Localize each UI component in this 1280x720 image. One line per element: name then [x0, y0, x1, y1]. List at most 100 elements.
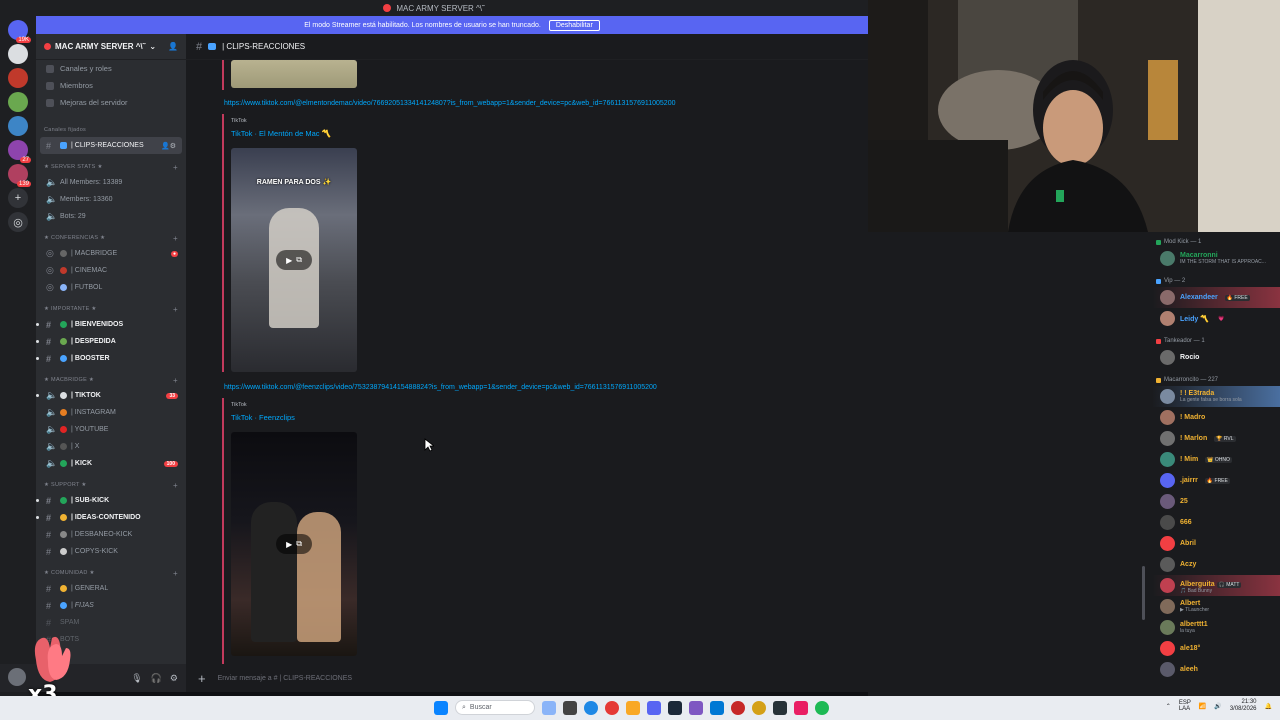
- video-thumbnail-previous[interactable]: [231, 60, 357, 88]
- attach-plus-icon[interactable]: +: [198, 671, 206, 686]
- headphones-icon[interactable]: 🎧: [151, 673, 162, 684]
- home-icon[interactable]: 19K: [8, 20, 31, 43]
- member-item[interactable]: 25: [1152, 491, 1280, 512]
- server-icon-3[interactable]: [8, 92, 28, 112]
- category-support[interactable]: ★ SUPPORT ★ +: [36, 478, 186, 492]
- embed-title-2[interactable]: TikTok · Feenzclips: [231, 413, 295, 422]
- scrollbar[interactable]: [1142, 566, 1145, 620]
- volume-icon[interactable]: 🔊: [1214, 703, 1221, 710]
- server-icon-1[interactable]: [8, 44, 28, 64]
- member-item[interactable]: aleeh: [1152, 659, 1280, 680]
- channel-tiktok[interactable]: 🔈 | TIKTOK 33: [36, 387, 186, 404]
- channel-youtube[interactable]: 🔈 | YOUTUBE: [36, 421, 186, 438]
- chevron-up-icon[interactable]: ⌃: [1166, 703, 1171, 710]
- member-item[interactable]: Abril: [1152, 533, 1280, 554]
- taskbar-search[interactable]: ⌕ Buscar: [455, 700, 535, 715]
- member-item[interactable]: Albert ▶ TLauncher: [1152, 596, 1280, 617]
- channel-ideas-contenido[interactable]: # | IDEAS-CONTENIDO: [36, 509, 186, 526]
- category-stats[interactable]: ★ SERVER STATS ★ +: [36, 160, 186, 174]
- member-item[interactable]: 666: [1152, 512, 1280, 533]
- channel-cinemac[interactable]: ◎ | CINEMAC: [36, 262, 186, 279]
- tiktok-icon[interactable]: [794, 700, 808, 715]
- channel-futbol[interactable]: ◎ | FUTBOL: [36, 279, 186, 296]
- category-comunidad[interactable]: ★ COMUNIDAD ★ +: [36, 566, 186, 580]
- channel-copys-kick[interactable]: # | COPYS-KICK: [36, 543, 186, 560]
- message-input[interactable]: Enviar mensaje a # | CLIPS-REACCIONES: [218, 675, 353, 682]
- explore-icon[interactable]: ◎: [8, 212, 28, 232]
- add-server-icon[interactable]: +: [8, 188, 28, 208]
- channel-spam[interactable]: # SPAM: [36, 614, 186, 631]
- steam-icon[interactable]: [668, 700, 682, 715]
- windows-start-icon[interactable]: [434, 700, 448, 715]
- member-item[interactable]: Alberguita 🎧 MATT 🎵 Bad Bunny: [1152, 575, 1280, 596]
- member-item[interactable]: Alexandeer 🔥 FREE: [1152, 287, 1280, 308]
- play-button[interactable]: ▶ ⧉: [276, 534, 312, 554]
- tiktok-link-1[interactable]: https://www.tiktok.com/@elmentondemac/vi…: [224, 100, 675, 107]
- server-header[interactable]: MAC ARMY SERVER ^\˜ ⌄ 👤: [36, 34, 186, 60]
- server-icon-4[interactable]: [8, 116, 28, 136]
- category-macbridge[interactable]: ★ MACBRIDGE ★ +: [36, 373, 186, 387]
- app-icon[interactable]: [689, 700, 703, 715]
- file-explorer-icon[interactable]: [626, 700, 640, 715]
- channel-settings-icon[interactable]: 👤⚙: [161, 142, 176, 150]
- channel-x[interactable]: 🔈 | X: [36, 438, 186, 455]
- channel-desbaneo-kick[interactable]: # | DESBANEO-KICK: [36, 526, 186, 543]
- task-view-icon[interactable]: [563, 700, 577, 715]
- widget-icon[interactable]: [542, 700, 556, 715]
- server-icon-5[interactable]: 27: [8, 140, 31, 163]
- member-item[interactable]: ! Mim 👑 OHNO: [1152, 449, 1280, 470]
- terminal-icon[interactable]: [773, 700, 787, 715]
- member-item[interactable]: ! Marlon 🏆 RVL: [1152, 428, 1280, 449]
- server-icon-2[interactable]: [8, 68, 28, 88]
- message-input-bar[interactable]: + Enviar mensaje a # | CLIPS-REACCIONES: [186, 664, 868, 692]
- member-item[interactable]: ! ! E3trada La gente falsa se borra sola: [1152, 386, 1280, 407]
- member-item[interactable]: alberttt1 la tuya: [1152, 617, 1280, 638]
- nav-boosts[interactable]: Mejoras del servidor: [36, 94, 186, 111]
- language-indicator[interactable]: ESP LAA: [1179, 700, 1191, 713]
- gear-icon[interactable]: ⚙: [170, 673, 178, 684]
- category-importante[interactable]: ★ IMPORTANTE ★ +: [36, 302, 186, 316]
- member-item[interactable]: Leidy 〽️ 💗: [1152, 308, 1280, 329]
- channel-clips-reacciones[interactable]: # | CLIPS-REACCIONES 👤⚙: [40, 137, 182, 154]
- category-conferencias[interactable]: ★ CONFERENCIAS ★ +: [36, 231, 186, 245]
- nav-members[interactable]: Miembros: [36, 77, 186, 94]
- add-member-icon[interactable]: 👤: [168, 42, 178, 51]
- channel-bienvenidos[interactable]: # | BIENVENIDOS: [36, 316, 186, 333]
- wifi-icon[interactable]: 📶: [1199, 703, 1206, 710]
- member-item[interactable]: ale18°: [1152, 638, 1280, 659]
- video-embed-2[interactable]: ▶ ⧉: [231, 432, 357, 656]
- channel-instagram[interactable]: 🔈 | INSTAGRAM: [36, 404, 186, 421]
- tv-icon: [60, 142, 67, 149]
- chrome-icon[interactable]: [605, 700, 619, 715]
- app-icon[interactable]: [752, 700, 766, 715]
- edge-icon[interactable]: [584, 700, 598, 715]
- microphone-icon[interactable]: 🎙: [131, 673, 142, 684]
- clock[interactable]: 21:30 3/08/2026: [1230, 699, 1257, 713]
- disable-streamer-button[interactable]: Deshabilitar: [548, 19, 600, 31]
- channel-sub-kick[interactable]: # | SUB-KICK: [36, 492, 186, 509]
- server-icon-6[interactable]: 139: [8, 164, 31, 187]
- tiktok-link-2[interactable]: https://www.tiktok.com/@feenzclips/video…: [224, 384, 657, 391]
- avatar[interactable]: [8, 668, 26, 686]
- member-item[interactable]: Rocio: [1152, 347, 1280, 368]
- member-item[interactable]: Aczy: [1152, 554, 1280, 575]
- channel-general[interactable]: # | GENERAL: [36, 580, 186, 597]
- channel-macbridge[interactable]: ◎ | MACBRIDGE ●: [36, 245, 186, 262]
- streamer-mode-banner: El modo Streamer está habilitado. Los no…: [36, 16, 868, 34]
- member-item[interactable]: ! Madro: [1152, 407, 1280, 428]
- nav-channels-roles[interactable]: Canales y roles: [36, 60, 186, 77]
- obs-icon[interactable]: [731, 700, 745, 715]
- discord-icon[interactable]: [647, 700, 661, 715]
- store-icon[interactable]: [710, 700, 724, 715]
- channel-despedida[interactable]: # | DESPEDIDA: [36, 333, 186, 350]
- notification-icon[interactable]: 🔔: [1265, 703, 1272, 710]
- embed-title-1[interactable]: TikTok · El Mentón de Mac 〽️: [231, 129, 331, 138]
- video-embed-1[interactable]: RAMEN PARA DOS ✨ ▶ ⧉: [231, 148, 357, 372]
- member-item[interactable]: .jairrr 🔥 FREE: [1152, 470, 1280, 491]
- channel-kick[interactable]: 🔈 | KICK 100: [36, 455, 186, 472]
- spotify-icon[interactable]: [815, 700, 829, 715]
- play-button[interactable]: ▶ ⧉: [276, 250, 312, 270]
- channel-fijas[interactable]: # | FIJAS: [36, 597, 186, 614]
- member-item[interactable]: Macarronni IM THE STORM THAT IS APPROAC..…: [1152, 248, 1280, 269]
- channel-booster[interactable]: # | BOOSTER: [36, 350, 186, 367]
